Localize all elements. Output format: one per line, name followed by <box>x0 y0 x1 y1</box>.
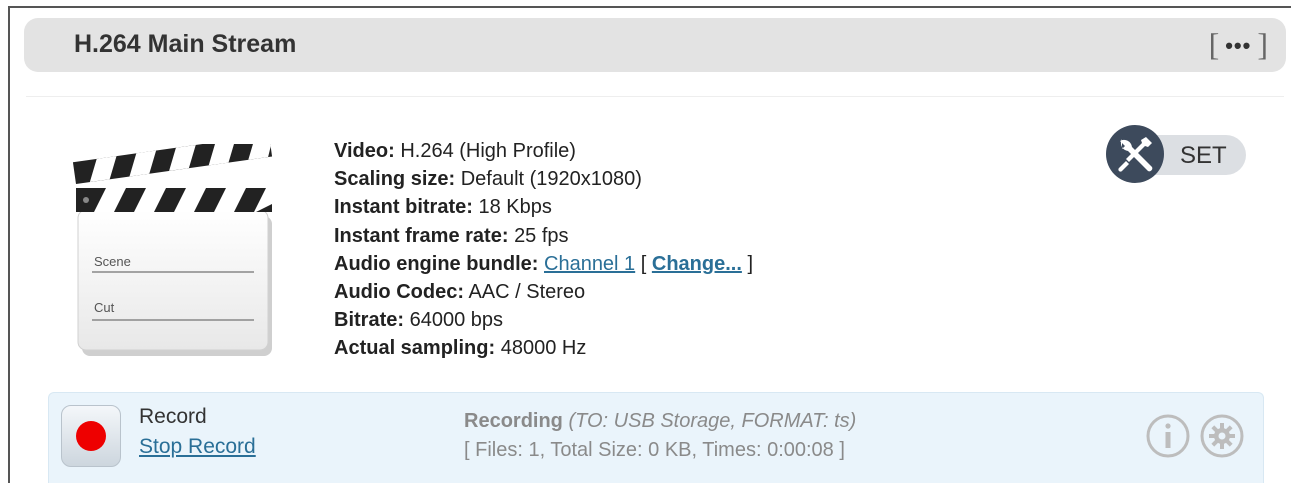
recording-status: Recording (TO: USB Storage, FORMAT: ts) <box>464 410 857 432</box>
stream-header: H.264 Main Stream [ ••• ] <box>24 18 1286 72</box>
tools-icon-circle <box>1106 125 1164 183</box>
info-icon[interactable] <box>1145 413 1191 459</box>
set-button[interactable]: SET <box>1106 125 1248 183</box>
record-bar: Record Stop Record Recording (TO: USB St… <box>48 392 1264 483</box>
record-title: Record <box>139 405 207 428</box>
clapperboard-icon: Scene Cut <box>72 144 273 356</box>
stream-info: Video: H.264 (High Profile) Scaling size… <box>334 137 753 363</box>
recording-stats: [ Files: 1, Total Size: 0 KB, Times: 0:0… <box>464 439 845 461</box>
ellipsis-icon: ••• <box>1225 33 1252 58</box>
bracket-left: [ <box>1208 25 1220 62</box>
audio-codec-row: Audio Codec: AAC / Stereo <box>334 281 586 304</box>
channel-link[interactable]: Channel 1 <box>544 253 635 275</box>
change-link[interactable]: Change... <box>652 253 742 275</box>
stop-record-link[interactable]: Stop Record <box>139 435 256 459</box>
record-dot-icon <box>76 421 106 451</box>
framerate-row: Instant frame rate: 25 fps <box>334 224 569 247</box>
sampling-row: Actual sampling: 48000 Hz <box>334 337 587 360</box>
video-row: Video: H.264 (High Profile) <box>334 140 576 162</box>
set-label: SET <box>1180 142 1227 169</box>
scaling-row: Scaling size: Default (1920x1080) <box>334 168 642 191</box>
scene-label: Scene <box>94 254 131 269</box>
cut-label: Cut <box>94 300 115 315</box>
bracket-right: ] <box>1257 25 1268 62</box>
gear-icon[interactable] <box>1199 413 1245 459</box>
stream-title: H.264 Main Stream <box>74 30 297 58</box>
tools-icon <box>1118 137 1153 172</box>
bitrate-row: Instant bitrate: 18 Kbps <box>334 196 552 219</box>
record-button[interactable] <box>61 405 121 467</box>
audio-bitrate-row: Bitrate: 64000 bps <box>334 309 503 332</box>
audio-bundle-row: Audio engine bundle: Channel 1 [ Change.… <box>334 252 754 275</box>
more-menu-button[interactable]: [ ••• ] <box>1209 26 1268 62</box>
